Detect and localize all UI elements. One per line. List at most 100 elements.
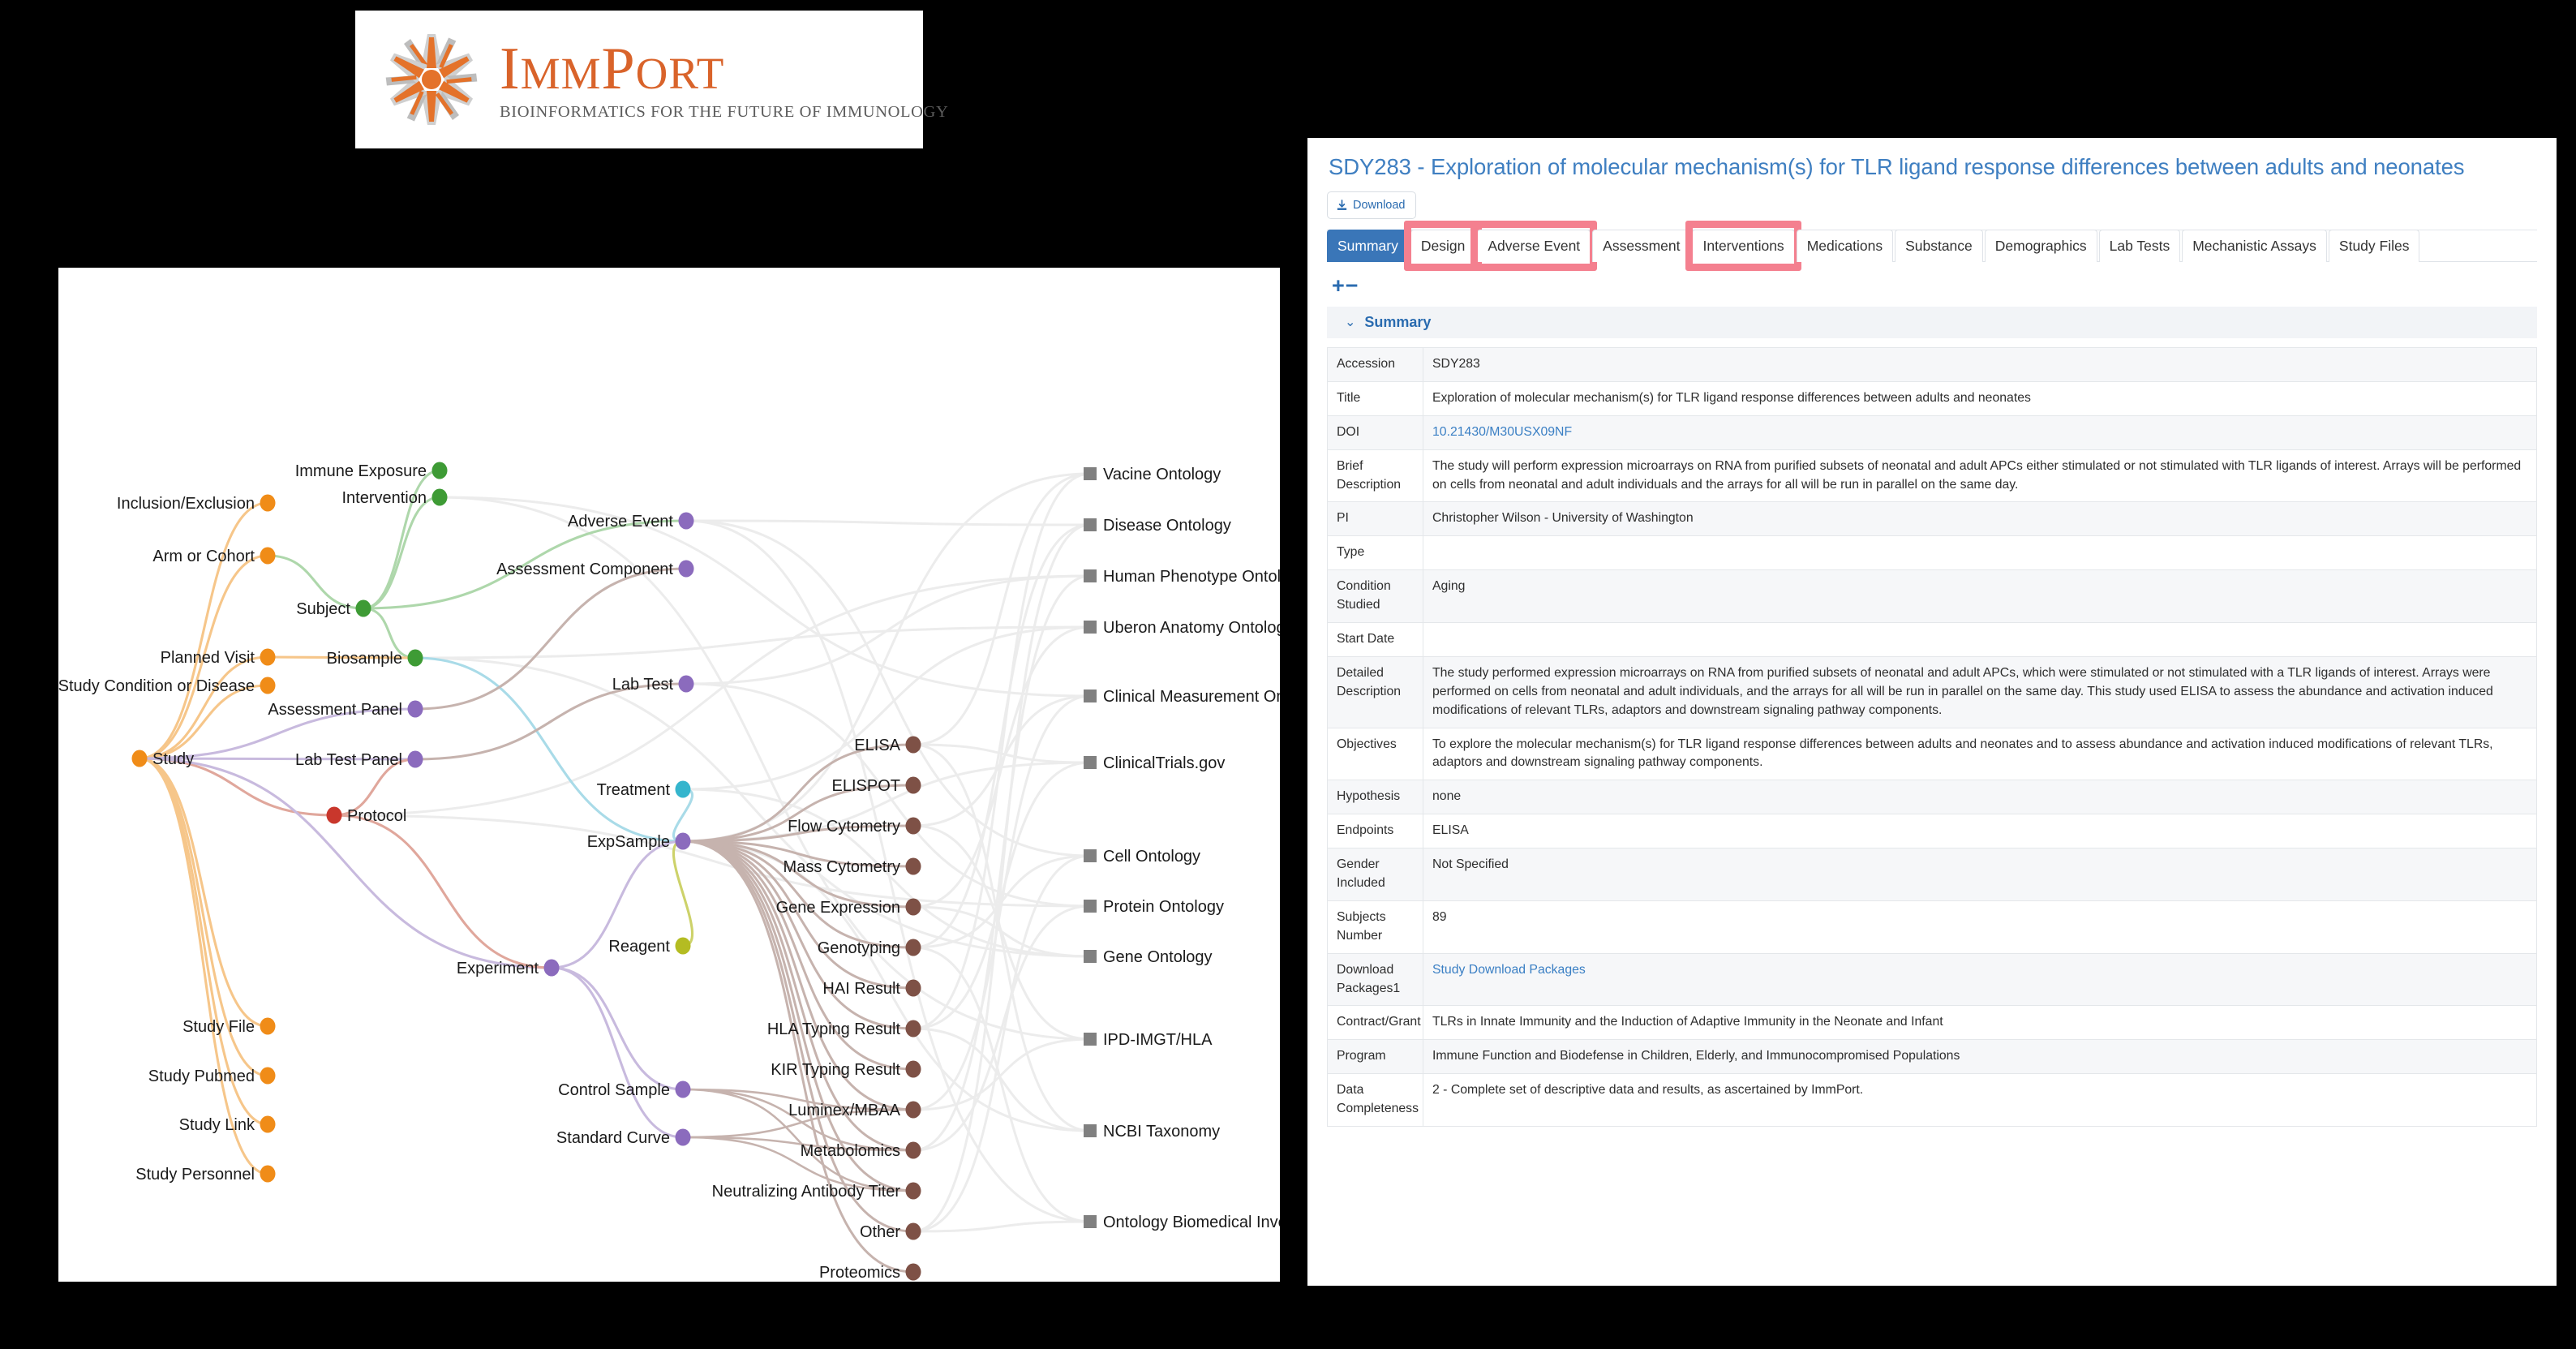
graph-node-experiment[interactable] bbox=[543, 959, 560, 977]
graph-node-arm-or-cohort[interactable] bbox=[260, 547, 276, 565]
collapse-all-button[interactable]: − bbox=[1346, 275, 1359, 297]
graph-node-label: Neutralizing Antibody Titer bbox=[712, 1183, 901, 1201]
graph-node-assessment-component[interactable] bbox=[678, 560, 694, 578]
graph-node-human-phenotype-ontology[interactable] bbox=[1084, 569, 1097, 582]
graph-node-kir-typing-result[interactable] bbox=[905, 1060, 921, 1078]
graph-node-standard-curve[interactable] bbox=[675, 1128, 691, 1146]
graph-node-vacine-ontology[interactable] bbox=[1084, 467, 1097, 480]
graph-node-planned-visit[interactable] bbox=[260, 648, 276, 666]
graph-node-hai-result[interactable] bbox=[905, 979, 921, 997]
graph-node-adverse-event[interactable] bbox=[678, 512, 694, 530]
graph-node-label: Subject bbox=[296, 600, 350, 618]
graph-node-lab-test[interactable] bbox=[678, 675, 694, 693]
graph-node-gene-ontology[interactable] bbox=[1084, 950, 1097, 963]
graph-node-label: Assessment Panel bbox=[268, 701, 402, 719]
expand-collapse-controls: + − bbox=[1332, 275, 2537, 297]
graph-node-lab-test-panel[interactable] bbox=[407, 750, 423, 768]
summary-field-value: 89 bbox=[1423, 900, 2537, 954]
tab-demographics[interactable]: Demographics bbox=[1984, 230, 2097, 262]
graph-node-protocol[interactable] bbox=[326, 806, 342, 824]
graph-node-intervention[interactable] bbox=[431, 488, 448, 506]
tab-label: Design bbox=[1420, 238, 1466, 254]
summary-field-value: Immune Function and Biodefense in Childr… bbox=[1423, 1039, 2537, 1075]
tab-assessment[interactable]: Assessment bbox=[1592, 230, 1691, 262]
graph-node-genotyping[interactable] bbox=[905, 939, 921, 956]
summary-table: Accession SDY283 Title Exploration of molec… bbox=[1327, 347, 2537, 1128]
tab-interventions[interactable]: Interventions bbox=[1685, 221, 1801, 271]
graph-node-study-personnel[interactable] bbox=[260, 1165, 276, 1183]
graph-node-immune-exposure[interactable] bbox=[431, 462, 448, 479]
summary-field-value[interactable]: 10.21430/M30USX09NF bbox=[1423, 415, 2537, 450]
graph-node-study-link[interactable] bbox=[260, 1115, 276, 1133]
summary-value-link[interactable]: Study Download Packages bbox=[1432, 963, 1586, 977]
summary-field-key: Gender Included bbox=[1327, 848, 1423, 901]
graph-node-other[interactable] bbox=[905, 1222, 921, 1240]
graph-node-label: Other bbox=[860, 1223, 900, 1241]
tab-study-files[interactable]: Study Files bbox=[2328, 230, 2420, 262]
graph-node-disease-ontology[interactable] bbox=[1084, 518, 1097, 531]
graph-node-biosample[interactable] bbox=[407, 649, 423, 667]
graph-node-cell-ontology[interactable] bbox=[1084, 849, 1097, 862]
download-button[interactable]: Download bbox=[1327, 191, 1416, 219]
graph-node-clinical-measurement-ontology[interactable] bbox=[1084, 690, 1097, 702]
graph-node-label: ExpSample bbox=[587, 833, 670, 851]
graph-node-ncbi-taxonomy[interactable] bbox=[1084, 1124, 1097, 1137]
graph-node-ontology-biomedical-investigation[interactable] bbox=[1084, 1215, 1097, 1228]
summary-value-link[interactable]: 10.21430/M30USX09NF bbox=[1432, 425, 1572, 439]
graph-node-label: Control Sample bbox=[558, 1081, 670, 1099]
summary-accordion-header[interactable]: ⌄ Summary bbox=[1327, 307, 2537, 338]
tab-mechanistic-assays[interactable]: Mechanistic Assays bbox=[2182, 230, 2327, 262]
graph-node-protein-ontology[interactable] bbox=[1084, 900, 1097, 913]
graph-node-flow-cytometry[interactable] bbox=[905, 817, 921, 835]
graph-node-metabolomics[interactable] bbox=[905, 1141, 921, 1159]
graph-node-treatment[interactable] bbox=[675, 780, 691, 798]
graph-node-label: Lab Test Panel bbox=[295, 751, 402, 769]
summary-field-key: Objectives bbox=[1327, 728, 1423, 781]
graph-node-label: Standard Curve bbox=[556, 1129, 670, 1147]
graph-node-label: Study Personnel bbox=[135, 1166, 255, 1184]
graph-node-study-file[interactable] bbox=[260, 1017, 276, 1035]
graph-node-subject[interactable] bbox=[355, 599, 371, 617]
tab-adverse-event[interactable]: Adverse Event bbox=[1470, 221, 1597, 271]
immport-tagline: BIOINFORMATICS FOR THE FUTURE OF IMMUNOL… bbox=[500, 103, 949, 122]
tab-design[interactable]: Design bbox=[1403, 221, 1483, 271]
graph-node-label: Treatment bbox=[597, 781, 671, 799]
graph-node-study[interactable] bbox=[131, 750, 148, 767]
graph-node-assessment-panel[interactable] bbox=[407, 700, 423, 718]
tab-label: Assessment bbox=[1603, 238, 1681, 254]
summary-field-key: Program bbox=[1327, 1039, 1423, 1075]
graph-node-clinicaltrials-gov[interactable] bbox=[1084, 756, 1097, 769]
tab-lab-tests[interactable]: Lab Tests bbox=[2098, 230, 2181, 262]
graph-node-hla-typing-result[interactable] bbox=[905, 1020, 921, 1038]
graph-edge bbox=[550, 966, 685, 1139]
graph-node-label: Vacine Ontology bbox=[1103, 466, 1221, 483]
summary-field-value bbox=[1423, 535, 2537, 571]
graph-node-inclusion-exclusion[interactable] bbox=[260, 494, 276, 512]
graph-node-reagent[interactable] bbox=[675, 937, 691, 955]
graph-node-neutralizing-antibody-titer[interactable] bbox=[905, 1182, 921, 1200]
graph-node-study-pubmed[interactable] bbox=[260, 1067, 276, 1085]
expand-all-button[interactable]: + bbox=[1332, 275, 1345, 297]
graph-node-mass-cytometry[interactable] bbox=[905, 857, 921, 875]
graph-node-expsample[interactable] bbox=[675, 832, 691, 850]
graph-node-ipd-imgt-hla[interactable] bbox=[1084, 1033, 1097, 1046]
graph-edge-ontology bbox=[912, 472, 1091, 746]
tab-medications[interactable]: Medications bbox=[1796, 230, 1894, 262]
tab-summary[interactable]: Summary bbox=[1327, 230, 1409, 262]
graph-node-gene-expression[interactable] bbox=[905, 898, 921, 916]
graph-node-study-condition-or-disease[interactable] bbox=[260, 677, 276, 694]
summary-field-key: Accession bbox=[1327, 347, 1423, 382]
graph-edge-ontology bbox=[912, 905, 1091, 958]
tab-substance[interactable]: Substance bbox=[1895, 230, 1983, 262]
graph-node-uberon-anatomy-ontology[interactable] bbox=[1084, 621, 1097, 634]
graph-node-proteomics[interactable] bbox=[905, 1263, 921, 1281]
graph-node-label: Immune Exposure bbox=[295, 462, 427, 480]
page-title: SDY283 - Exploration of molecular mechan… bbox=[1329, 154, 2465, 179]
graph-node-elisa[interactable] bbox=[905, 736, 921, 754]
graph-node-luminex-mbaa[interactable] bbox=[905, 1101, 921, 1119]
summary-field-value[interactable]: Study Download Packages bbox=[1423, 953, 2537, 1007]
graph-node-label: Gene Ontology bbox=[1103, 948, 1213, 966]
graph-node-elispot[interactable] bbox=[905, 776, 921, 794]
graph-node-control-sample[interactable] bbox=[675, 1080, 691, 1098]
graph-node-label: Gene Expression bbox=[776, 899, 900, 917]
